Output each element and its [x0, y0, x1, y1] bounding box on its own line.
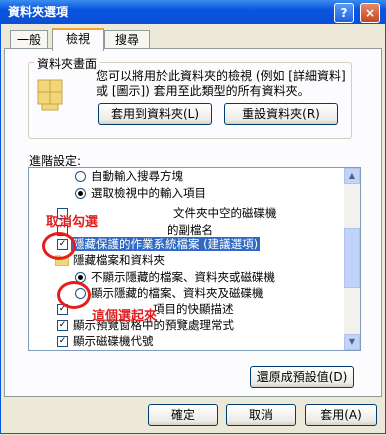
restore-defaults-button[interactable]: 還原成預設值(D) — [250, 366, 354, 388]
annotation-ring-checkbox — [42, 232, 76, 260]
scroll-down-icon[interactable]: ▼ — [344, 334, 360, 350]
help-button[interactable]: ? — [334, 3, 354, 23]
window-title: 資料夾選項 — [8, 5, 69, 19]
annotation-select-this: 這個選起來 — [92, 309, 158, 324]
advanced-settings-list[interactable]: 自動輸入搜尋方塊 選取檢視中的輸入項目 文件夾中空的磁碟機 的副檔名 ✓ 隱藏保… — [28, 167, 361, 351]
list-item-label: 顯示隱藏的檔案、資料夾及磁碟機 — [91, 286, 264, 300]
tab-general[interactable]: 一般 — [10, 30, 48, 49]
annotation-ring-radio — [57, 281, 91, 309]
list-item-label: 隱藏檔案和資料夾 — [73, 253, 165, 267]
reset-folders-button[interactable]: 重設資料夾(R) — [224, 103, 338, 125]
list-item-label: 的副檔名 — [167, 223, 213, 237]
list-scrollbar[interactable]: ▲ ▼ — [344, 168, 360, 350]
radio-button[interactable] — [75, 171, 86, 182]
title-bar[interactable]: 資料夾選項 ? × — [0, 0, 386, 24]
list-item[interactable]: ✓ 顯示預覽窗格中的預覽處理常式 — [29, 318, 344, 332]
apply-button[interactable]: 套用(A) — [305, 404, 377, 426]
ok-button[interactable]: 確定 — [148, 404, 218, 426]
cancel-button[interactable]: 取消 — [226, 404, 296, 426]
radio-button[interactable] — [75, 188, 86, 199]
list-item-label: 文件夾中空的磁碟機 — [173, 206, 277, 220]
list-item[interactable]: ✓ 顯示磁碟機代號 — [29, 334, 344, 348]
folder-views-label: 資料夾畫面 — [34, 55, 101, 72]
list-item-label: 自動輸入搜尋方塊 — [91, 169, 183, 183]
list-item-label: 顯示磁碟機代號 — [73, 334, 154, 348]
apply-to-folders-button[interactable]: 套用到資料夾(L) — [98, 103, 212, 125]
list-item-label: 選取檢視中的輸入項目 — [91, 186, 206, 200]
folder-icon — [37, 79, 63, 111]
list-item[interactable]: 隱藏檔案和資料夾 — [29, 253, 344, 267]
checkbox[interactable]: ✓ — [57, 320, 68, 331]
list-item[interactable]: 自動輸入搜尋方塊 — [29, 169, 344, 183]
list-item-selected[interactable]: ✓ 隱藏保護的作業系統檔案 (建議選項) — [29, 237, 344, 251]
tab-view[interactable]: 檢視 — [52, 28, 104, 51]
list-item[interactable]: 選取檢視中的輸入項目 — [29, 186, 344, 200]
list-item-label: 隱藏保護的作業系統檔案 (建議選項) — [71, 237, 261, 251]
scroll-thumb[interactable] — [344, 228, 360, 288]
scroll-up-icon[interactable]: ▲ — [344, 168, 360, 184]
checkbox[interactable]: ✓ — [57, 336, 68, 347]
tab-search[interactable]: 搜尋 — [104, 30, 150, 49]
list-item-label: 不顯示隱藏的檔案、資料夾或磁碟機 — [91, 270, 275, 284]
folder-views-description: 您可以將用於此資料夾的檢視 (例如 [詳細資料] 或 [圖示]) 套用至此類型的… — [96, 69, 346, 98]
close-button[interactable]: × — [360, 3, 380, 23]
annotation-uncheck: 取消勾選 — [46, 215, 99, 230]
list-item-label: 項目的快顯描述 — [153, 302, 234, 316]
